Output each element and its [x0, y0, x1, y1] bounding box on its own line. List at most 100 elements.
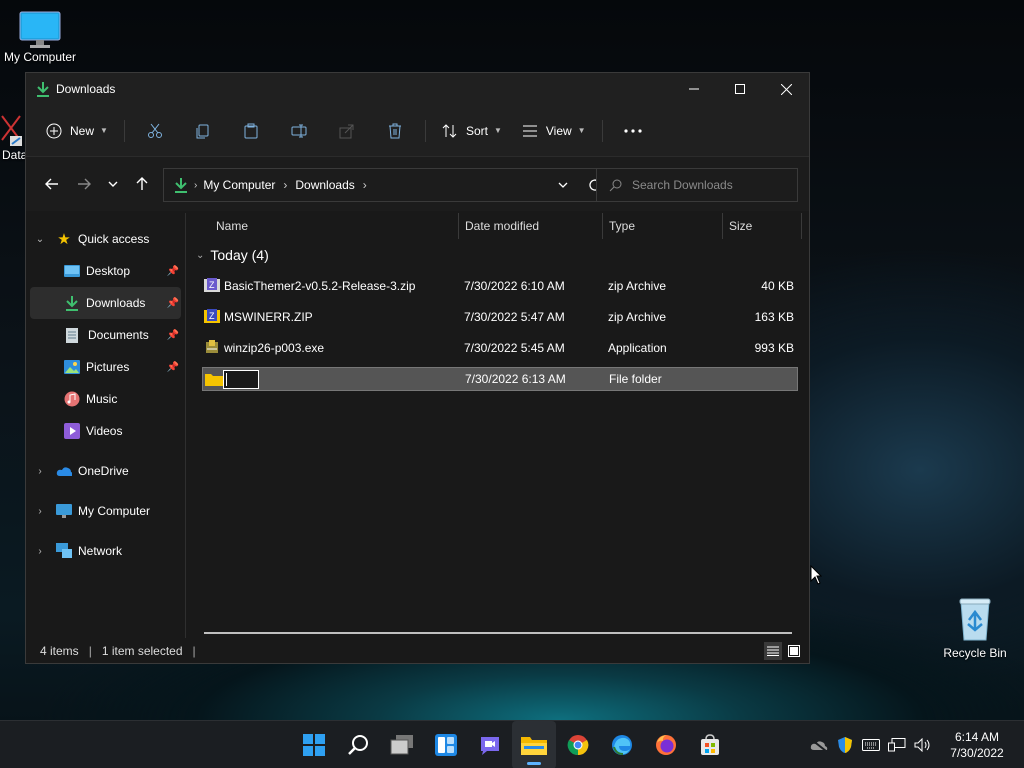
pin-icon: 📌	[166, 361, 179, 373]
pin-icon: 📌	[166, 329, 179, 341]
folder-icon	[521, 737, 547, 755]
cut-button[interactable]	[131, 115, 179, 147]
address-bar[interactable]: › My Computer › Downloads ›	[163, 168, 612, 202]
delete-button[interactable]	[371, 115, 419, 147]
sidebar-item-label: Pictures	[86, 360, 130, 374]
download-icon	[37, 82, 49, 97]
column-header-size[interactable]: Size	[722, 213, 802, 239]
sidebar-item-network[interactable]: › Network	[26, 535, 185, 567]
chevron-down-icon[interactable]: ⌄	[32, 234, 48, 245]
chevron-right-icon[interactable]: ›	[32, 466, 48, 477]
svg-text:Z: Z	[209, 311, 215, 321]
taskbar-chat-button[interactable]	[468, 721, 512, 768]
share-button[interactable]	[323, 115, 371, 147]
folder-icon	[205, 372, 223, 386]
more-options-button[interactable]	[609, 115, 657, 147]
file-row[interactable]: Z BasicThemer2-v0.5.2-Release-3.zip 7/30…	[202, 274, 798, 298]
column-header-type[interactable]: Type	[602, 213, 722, 239]
taskbar-start-button[interactable]	[292, 721, 336, 768]
back-button[interactable]	[36, 168, 68, 200]
horizontal-scrollbar[interactable]	[204, 632, 792, 634]
toolbar-divider	[123, 119, 125, 142]
tray-volume-button[interactable]	[910, 738, 936, 752]
arrow-right-icon	[78, 178, 91, 190]
sidebar-item-quick-access[interactable]: ⌄ ★ Quick access	[26, 223, 185, 255]
toolbar-divider	[424, 119, 426, 142]
copy-button[interactable]	[179, 115, 227, 147]
sidebar-item-music[interactable]: Music	[26, 383, 185, 415]
desktop-icon-recycle-bin[interactable]: Recycle Bin	[935, 596, 1015, 660]
pin-icon: 📌	[166, 297, 179, 309]
group-header-today[interactable]: ⌄ Today (4)	[196, 247, 269, 263]
column-header-row: Name Date modified Type Size	[188, 213, 809, 239]
rename-input[interactable]	[223, 370, 259, 389]
sidebar-item-videos[interactable]: Videos	[26, 415, 185, 447]
teams-chat-icon	[481, 737, 499, 755]
zip-icon: Z	[204, 278, 220, 292]
file-row-selected[interactable]: 7/30/2022 6:13 AM File folder	[202, 367, 798, 391]
rename-button[interactable]	[275, 115, 323, 147]
forward-button[interactable]	[68, 168, 100, 200]
task-view-icon	[390, 735, 413, 755]
pin-icon: 📌	[166, 265, 179, 277]
address-history-button[interactable]	[547, 182, 579, 188]
paste-button[interactable]	[227, 115, 275, 147]
status-divider: |	[192, 644, 196, 658]
file-row[interactable]: winzip26-p003.exe 7/30/2022 5:45 AM Appl…	[202, 336, 798, 360]
view-button[interactable]: View ▼	[512, 115, 596, 147]
tray-keyboard-button[interactable]	[858, 739, 884, 751]
arrow-up-icon	[136, 177, 148, 190]
title-bar[interactable]: Downloads	[26, 73, 809, 105]
share-icon	[339, 124, 354, 138]
column-header-date[interactable]: Date modified	[458, 213, 602, 239]
tray-network-button[interactable]	[884, 738, 910, 752]
close-button[interactable]	[763, 73, 809, 105]
breadcrumb-my-computer[interactable]: My Computer	[203, 178, 275, 192]
taskbar-file-explorer-button[interactable]	[512, 721, 556, 768]
chevron-down-icon: ▼	[577, 126, 586, 135]
recent-locations-button[interactable]	[100, 168, 126, 200]
details-view-icon	[767, 646, 779, 656]
sidebar-item-onedrive[interactable]: › OneDrive	[26, 455, 185, 487]
desktop-icon-label: Recycle Bin	[943, 646, 1007, 660]
sidebar-item-documents[interactable]: Documents 📌	[26, 319, 185, 351]
file-date: 7/30/2022 5:47 AM	[464, 310, 565, 324]
taskbar-store-button[interactable]	[688, 721, 732, 768]
desktop-icon-data[interactable]: Data	[0, 112, 28, 162]
sidebar-item-downloads[interactable]: Downloads 📌	[30, 287, 181, 319]
desktop-icon-label: My Computer	[3, 50, 77, 64]
up-button[interactable]	[126, 168, 158, 200]
column-header-name[interactable]: Name	[210, 213, 460, 239]
search-box[interactable]: Search Downloads	[596, 168, 798, 202]
taskbar-edge-button[interactable]	[600, 721, 644, 768]
minimize-button[interactable]	[671, 73, 717, 105]
sidebar-item-my-computer[interactable]: › My Computer	[26, 495, 185, 527]
desktop-icon-label: Data	[2, 148, 28, 162]
sidebar-item-pictures[interactable]: Pictures 📌	[26, 351, 185, 383]
maximize-button[interactable]	[717, 73, 763, 105]
tray-cloud-offline-button[interactable]	[806, 739, 832, 751]
tiles-view-button[interactable]	[785, 642, 803, 660]
column-header-label: Size	[729, 219, 753, 233]
chevron-right-icon[interactable]: ›	[283, 178, 287, 192]
taskbar-clock[interactable]: 6:14 AM 7/30/2022	[944, 729, 1010, 761]
taskbar-task-view-button[interactable]	[380, 721, 424, 768]
tray-security-button[interactable]	[832, 736, 858, 754]
chevron-right-icon[interactable]: ›	[32, 506, 48, 517]
file-row[interactable]: Z MSWINERR.ZIP 7/30/2022 5:47 AM zip Arc…	[202, 305, 798, 329]
taskbar-firefox-button[interactable]	[644, 721, 688, 768]
new-button[interactable]: New ▼	[36, 115, 118, 147]
sidebar-item-desktop[interactable]: Desktop 📌	[26, 255, 185, 287]
desktop-icon-my-computer[interactable]: My Computer	[0, 10, 80, 64]
taskbar-chrome-button[interactable]	[556, 721, 600, 768]
chevron-right-icon[interactable]: ›	[32, 546, 48, 557]
sort-button[interactable]: Sort ▼	[432, 115, 512, 147]
taskbar-widgets-button[interactable]	[424, 721, 468, 768]
sidebar-item-label: Desktop	[86, 264, 131, 278]
taskbar-search-button[interactable]	[336, 721, 380, 768]
details-view-button[interactable]	[764, 642, 782, 660]
chevron-right-icon[interactable]: ›	[363, 178, 367, 192]
music-icon	[64, 391, 80, 407]
chevron-right-icon: ›	[194, 179, 198, 191]
breadcrumb-downloads[interactable]: Downloads	[295, 178, 354, 192]
